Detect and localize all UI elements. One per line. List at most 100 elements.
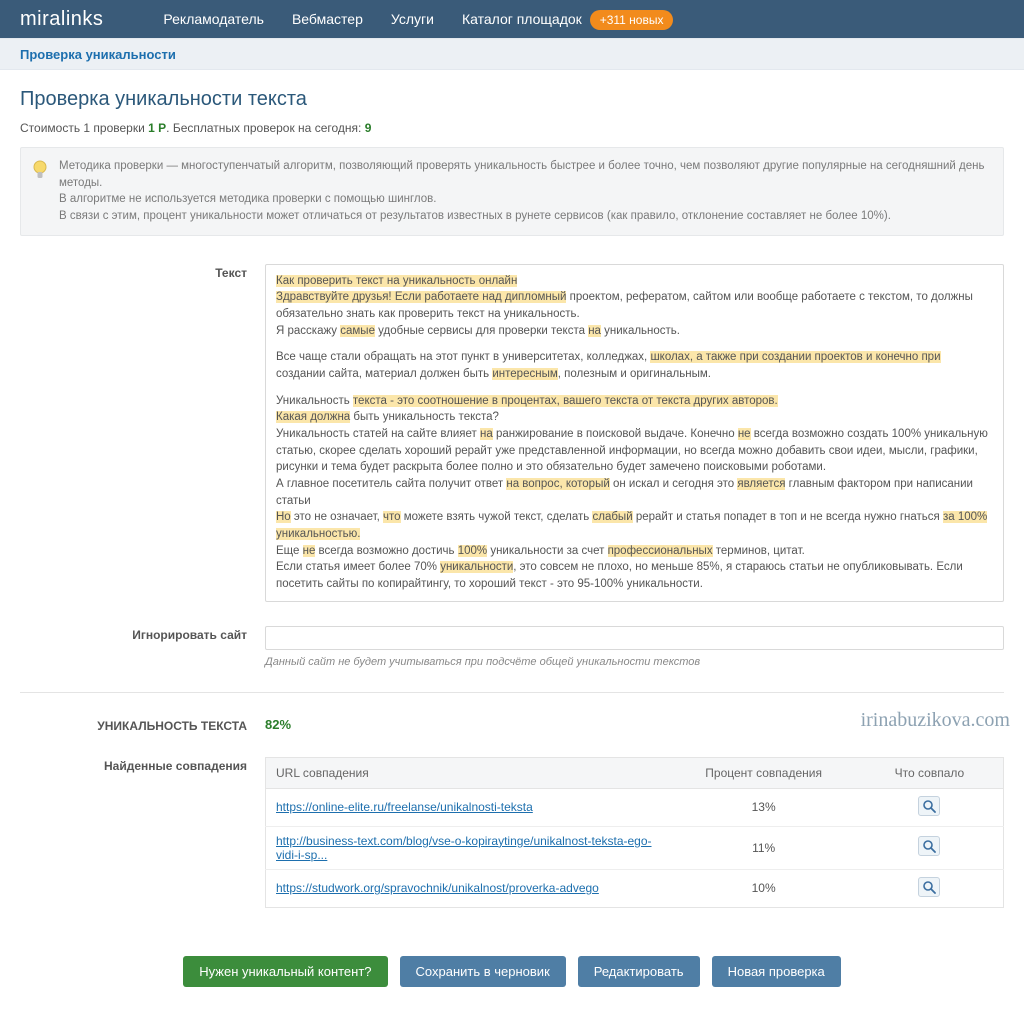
text-run: Я расскажу [276, 325, 340, 337]
text-content: Как проверить текст на уникальность онла… [265, 264, 1004, 602]
match-url-link[interactable]: https://online-elite.ru/freelanse/unikal… [276, 800, 533, 814]
nav-webmaster[interactable]: Вебмастер [292, 11, 363, 27]
label-matches: Найденные совпадения [20, 757, 265, 773]
cell-percent: 13% [671, 788, 856, 826]
text-run: Если статья имеет более 70% [276, 561, 440, 573]
cell-what [856, 869, 1004, 907]
text-run: Все чаще стали обращать на этот пункт в … [276, 351, 650, 363]
cost-p1: Стоимость 1 проверки [20, 121, 148, 135]
row-uniqueness: УНИКАЛЬНОСТЬ ТЕКСТА 82% [20, 717, 1004, 733]
text-run: удобные сервисы для проверки текста [375, 325, 588, 337]
highlighted-text: Какая должна [276, 411, 350, 423]
separator [20, 692, 1004, 693]
nav-services[interactable]: Услуги [391, 11, 434, 27]
magnifier-icon[interactable] [918, 877, 940, 897]
table-row: http://business-text.com/blog/vse-o-kopi… [266, 826, 1004, 869]
text-paragraph: Все чаще стали обращать на этот пункт в … [276, 349, 993, 382]
text-run: терминов, цитат. [713, 545, 805, 557]
label-text: Текст [20, 264, 265, 280]
ignore-site-input[interactable] [265, 626, 1004, 650]
method-line-1: Методика проверки — многоступенчатый алг… [59, 158, 991, 191]
text-run: всегда возможно достичь [315, 545, 457, 557]
cell-percent: 11% [671, 826, 856, 869]
th-url: URL совпадения [266, 757, 672, 788]
nav-catalog[interactable]: Каталог площадок +311 новых [462, 11, 674, 27]
highlighted-text: Здравствуйте друзья! Если работаете [276, 291, 482, 303]
match-url-link[interactable]: http://business-text.com/blog/vse-o-kopi… [276, 834, 652, 862]
label-ignore-site: Игнорировать сайт [20, 626, 265, 642]
highlighted-text: текста - это соотношение в процентах, ва… [353, 395, 778, 407]
highlighted-text: над дипломный [482, 291, 566, 303]
highlighted-text: школах, а также при создании проектов и … [650, 351, 940, 363]
nav-catalog-label: Каталог площадок [462, 11, 582, 27]
highlighted-text: является [737, 478, 785, 490]
need-content-button[interactable]: Нужен уникальный контент? [183, 956, 387, 987]
cell-what [856, 788, 1004, 826]
page: Проверка уникальности текста Стоимость 1… [0, 70, 1024, 1017]
highlighted-text: на [588, 325, 601, 337]
text-run: , полезным и оригинальным. [558, 368, 711, 380]
text-run: Уникальность [276, 395, 353, 407]
badge-new: +311 новых [590, 10, 674, 30]
cell-url: https://online-elite.ru/freelanse/unikal… [266, 788, 672, 826]
breadcrumb-bar: Проверка уникальности [0, 38, 1024, 70]
text-run: это не означает, [291, 511, 383, 523]
text-run: рерайт и статья попадет в топ и не всегд… [633, 511, 943, 523]
magnifier-icon[interactable] [918, 796, 940, 816]
row-text: Текст Как проверить текст на уникальност… [20, 264, 1004, 602]
text-run: А главное посетитель сайта получит ответ [276, 478, 506, 490]
highlighted-text: интересным [492, 368, 557, 380]
text-run: быть уникальность текста? [350, 411, 499, 423]
page-title: Проверка уникальности текста [20, 88, 1004, 111]
row-ignore-site: Игнорировать сайт Данный сайт не будет у… [20, 626, 1004, 668]
highlighted-text: на [480, 428, 493, 440]
highlighted-text: самые [340, 325, 375, 337]
text-run: ранжирование в поисковой выдаче. Конечно [493, 428, 738, 440]
text-paragraph: Как проверить текст на уникальность онла… [276, 273, 993, 340]
matches-table: URL совпадения Процент совпадения Что со… [265, 757, 1004, 908]
logo: miralinks [20, 8, 103, 31]
text-run: создании сайта, материал должен быть [276, 368, 492, 380]
highlighted-text: Но [276, 511, 291, 523]
highlighted-text: не [303, 545, 316, 557]
text-run: Уникальность статей на сайте влияет [276, 428, 480, 440]
top-nav: Рекламодатель Вебмастер Услуги Каталог п… [163, 11, 673, 27]
table-row: https://studwork.org/spravochnik/unikaln… [266, 869, 1004, 907]
highlighted-text: Как проверить текст на уникальность онла… [276, 275, 517, 287]
cost-p2: . Бесплатных проверок на сегодня: [166, 121, 365, 135]
cell-url: https://studwork.org/spravochnik/unikaln… [266, 869, 672, 907]
save-draft-button[interactable]: Сохранить в черновик [400, 956, 566, 987]
method-box: Методика проверки — многоступенчатый алг… [20, 147, 1004, 236]
text-paragraph: Уникальность текста - это соотношение в … [276, 393, 993, 593]
edit-button[interactable]: Редактировать [578, 956, 700, 987]
cost-line: Стоимость 1 проверки 1 Р. Бесплатных про… [20, 121, 1004, 135]
th-percent: Процент совпадения [671, 757, 856, 788]
uniqueness-value: 82% [265, 717, 291, 732]
highlighted-text: что [383, 511, 401, 523]
cost-free: 9 [365, 121, 372, 135]
row-matches: Найденные совпадения URL совпадения Проц… [20, 757, 1004, 908]
topbar: miralinks Рекламодатель Вебмастер Услуги… [0, 0, 1024, 38]
lightbulb-icon [31, 158, 49, 182]
breadcrumb[interactable]: Проверка уникальности [20, 47, 176, 62]
match-url-link[interactable]: https://studwork.org/spravochnik/unikaln… [276, 881, 599, 895]
nav-advertiser[interactable]: Рекламодатель [163, 11, 264, 27]
cell-percent: 10% [671, 869, 856, 907]
new-check-button[interactable]: Новая проверка [712, 956, 841, 987]
highlighted-text: не [738, 428, 751, 440]
cell-what [856, 826, 1004, 869]
ignore-site-hint: Данный сайт не будет учитываться при под… [265, 656, 1004, 668]
th-what: Что совпало [856, 757, 1004, 788]
table-row: https://online-elite.ru/freelanse/unikal… [266, 788, 1004, 826]
highlighted-text: уникальности [440, 561, 513, 573]
highlighted-text: слабый [592, 511, 632, 523]
button-row: Нужен уникальный контент? Сохранить в че… [20, 956, 1004, 987]
highlighted-text: профессиональных [608, 545, 713, 557]
label-uniqueness: УНИКАЛЬНОСТЬ ТЕКСТА [20, 717, 265, 733]
highlighted-text: 100% [458, 545, 487, 557]
method-line-3: В связи с этим, процент уникальности мож… [59, 208, 991, 225]
cost-price: 1 Р [148, 121, 166, 135]
magnifier-icon[interactable] [918, 836, 940, 856]
cell-url: http://business-text.com/blog/vse-o-kopi… [266, 826, 672, 869]
method-line-2: В алгоритме не используется методика про… [59, 191, 991, 208]
